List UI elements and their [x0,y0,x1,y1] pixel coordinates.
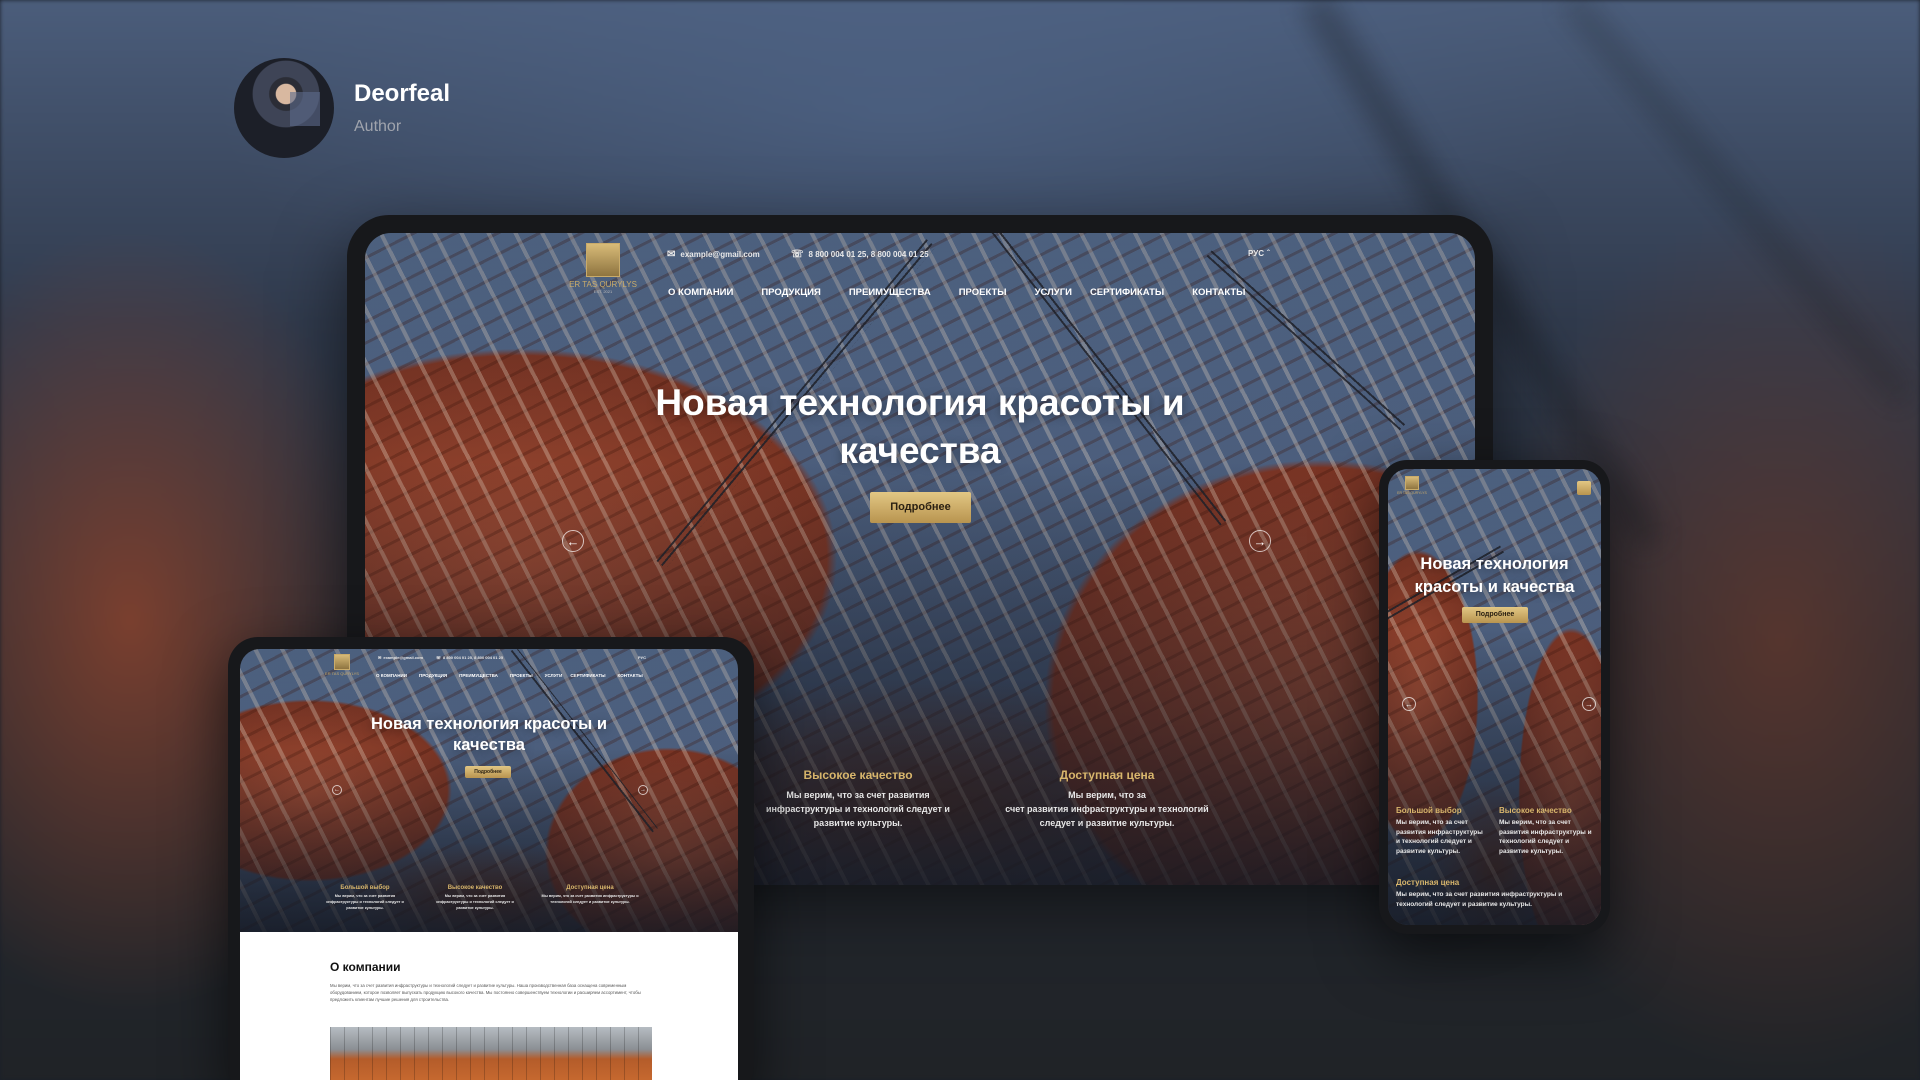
nav-item-contacts[interactable]: КОНТАКТЫ [1192,287,1245,298]
nav-item-certificates[interactable]: СЕРТИФИКАТЫ [1090,287,1164,298]
author-role: Author [354,118,402,135]
about-section: О компании Мы верим, что за счет развити… [240,932,738,1080]
feature-title: Высокое качество [803,768,913,782]
nav-item-services[interactable]: УСЛУГИ [545,673,563,678]
hero-more-button[interactable]: Подробнее [1462,607,1528,623]
hero-title: Новая технология красоты и качества [655,382,1185,471]
arrow-left-icon[interactable]: ← [332,785,342,795]
feature-title: Большой выбор [1396,806,1462,815]
mail-icon: ✉ [378,655,382,660]
email-text: example@gmail.com [680,250,760,259]
feature-text: Мы верим, что за счет развития инфрастру… [766,790,950,828]
nav-item-about[interactable]: О КОМПАНИИ [668,287,733,298]
nav-item-contacts[interactable]: КОНТАКТЫ [618,673,643,678]
phone-text: 8 800 004 01 25, 8 800 004 01 25 [808,250,929,259]
nav-item-products[interactable]: ПРОДУКЦИЯ [419,673,447,678]
logo-icon [1405,476,1419,490]
logo[interactable]: ER TAS QURYLYS [1394,476,1430,495]
arrow-right-icon[interactable]: → [638,785,648,795]
nav-item-certificates[interactable]: СЕРТИФИКАТЫ [570,673,605,678]
arrow-right-icon[interactable]: → [1249,530,1271,552]
feature-title: Высокое качество [447,885,503,891]
phone-link[interactable]: ☏ 8 800 004 01 25, 8 800 004 01 25 [791,249,929,260]
email-link[interactable]: ✉ example@gmail.com [667,249,760,260]
feature-text: Мы верим, что за счет развития инфрастру… [1499,819,1592,855]
feature-text: Мы верим, что за счет развития инфрастру… [1396,891,1563,908]
feature-title: Высокое качество [1499,806,1572,815]
hero-more-button[interactable]: Подробнее [870,492,971,523]
arrow-right-icon[interactable]: → [1582,697,1596,711]
feature-text: Мы верим, что за счет развития инфрастру… [1005,790,1209,828]
factory-image [330,1027,652,1080]
author-info: Deorfeal Author [354,80,450,136]
chevron-up-icon: ˆ [1266,249,1270,258]
hero-background [1388,469,1601,925]
mail-icon: ✉ [667,249,676,260]
logo-sub: EST. 2021 [593,289,613,294]
author-block: Deorfeal Author [234,58,450,158]
feature-title: Доступная цена [566,885,614,891]
logo[interactable]: ER TAS QURYLYS [320,654,364,676]
feature-quality: Высокое качество Мы верим, что за счет р… [430,885,520,911]
email-link[interactable]: ✉ example@gmail.com [378,655,423,660]
feature-price: Доступная цена Мы верим, что за счет раз… [997,768,1217,830]
nav-item-products[interactable]: ПРОДУКЦИЯ [761,287,821,298]
nav-item-projects[interactable]: ПРОЕКТЫ [959,287,1007,298]
about-title: О компании [330,960,401,974]
phone-screen: ER TAS QURYLYS Новая технология красоты … [1388,469,1601,925]
avatar [234,58,334,158]
language-select[interactable]: РУС ˆ [1248,249,1270,258]
feature-text: Мы верим, что за счет развития инфрастру… [1396,819,1483,855]
feature-quality: Высокое качество Мы верим, что за счет р… [763,768,953,830]
feature-quality: Высокое качество Мы верим, что за счет р… [1499,806,1595,856]
phone-link[interactable]: ☏ 8 800 004 01 25, 8 800 004 01 25 [436,655,503,660]
logo[interactable]: ER TAS QURYLYS EST. 2021 [555,243,651,294]
logo-text: ER TAS QURYLYS [569,280,637,289]
feature-title: Большой выбор [340,885,390,891]
main-nav: О КОМПАНИИ ПРОДУКЦИЯ ПРЕИМУЩЕСТВА ПРОЕКТ… [668,287,1245,298]
tablet-screen: ER TAS QURYLYS ✉ example@gmail.com ☏ 8 800… [240,649,738,1080]
nav-item-about[interactable]: О КОМПАНИИ [376,673,407,678]
feature-choice: Большой выбор Мы верим, что за счет разв… [320,885,410,911]
phone-icon: ☏ [791,249,804,260]
feature-text: Мы верим, что за счет развития инфрастру… [326,894,404,910]
language-label: РУС [1248,249,1264,258]
feature-price: Доступная цена Мы верим, что за счет раз… [540,885,640,905]
nav-item-projects[interactable]: ПРОЕКТЫ [510,673,533,678]
hero-title: Новая технология красоты и качества [371,715,607,754]
nav-item-advantages[interactable]: ПРЕИМУЩЕСТВА [849,287,931,298]
feature-title: Доступная цена [1059,768,1155,782]
nav-item-services[interactable]: УСЛУГИ [1035,287,1072,298]
logo-text: ER TAS QURYLYS [325,671,359,676]
phone-mockup: ER TAS QURYLYS Новая технология красоты … [1379,460,1610,934]
arrow-left-icon[interactable]: ← [562,530,584,552]
feature-choice: Большой выбор Мы верим, что за счет разв… [1396,806,1488,856]
about-text: Мы верим, что за счет развития инфрастру… [330,983,641,1002]
main-nav: О КОМПАНИИ ПРОДУКЦИЯ ПРЕИМУЩЕСТВА ПРОЕКТ… [376,673,643,678]
tablet-mockup: ER TAS QURYLYS ✉ example@gmail.com ☏ 8 800… [228,637,754,1080]
logo-icon [586,243,620,277]
feature-text: Мы верим, что за счет развития инфрастру… [541,894,639,904]
menu-icon[interactable] [1577,481,1591,495]
language-select[interactable]: РУС [638,655,646,660]
feature-text: Мы верим, что за счет развития инфрастру… [436,894,514,910]
hero-title: Новая технология красоты и качества [1414,555,1575,596]
nav-item-advantages[interactable]: ПРЕИМУЩЕСТВА [459,673,498,678]
logo-text: ER TAS QURYLYS [1397,491,1427,495]
hero-more-button[interactable]: Подробнее [465,766,511,778]
arrow-left-icon[interactable]: ← [1402,697,1416,711]
logo-icon [334,654,350,670]
author-name: Deorfeal [354,80,451,107]
feature-price: Доступная цена Мы верим, что за счет раз… [1396,878,1593,909]
phone-icon: ☏ [436,655,442,660]
feature-title: Доступная цена [1396,878,1460,887]
